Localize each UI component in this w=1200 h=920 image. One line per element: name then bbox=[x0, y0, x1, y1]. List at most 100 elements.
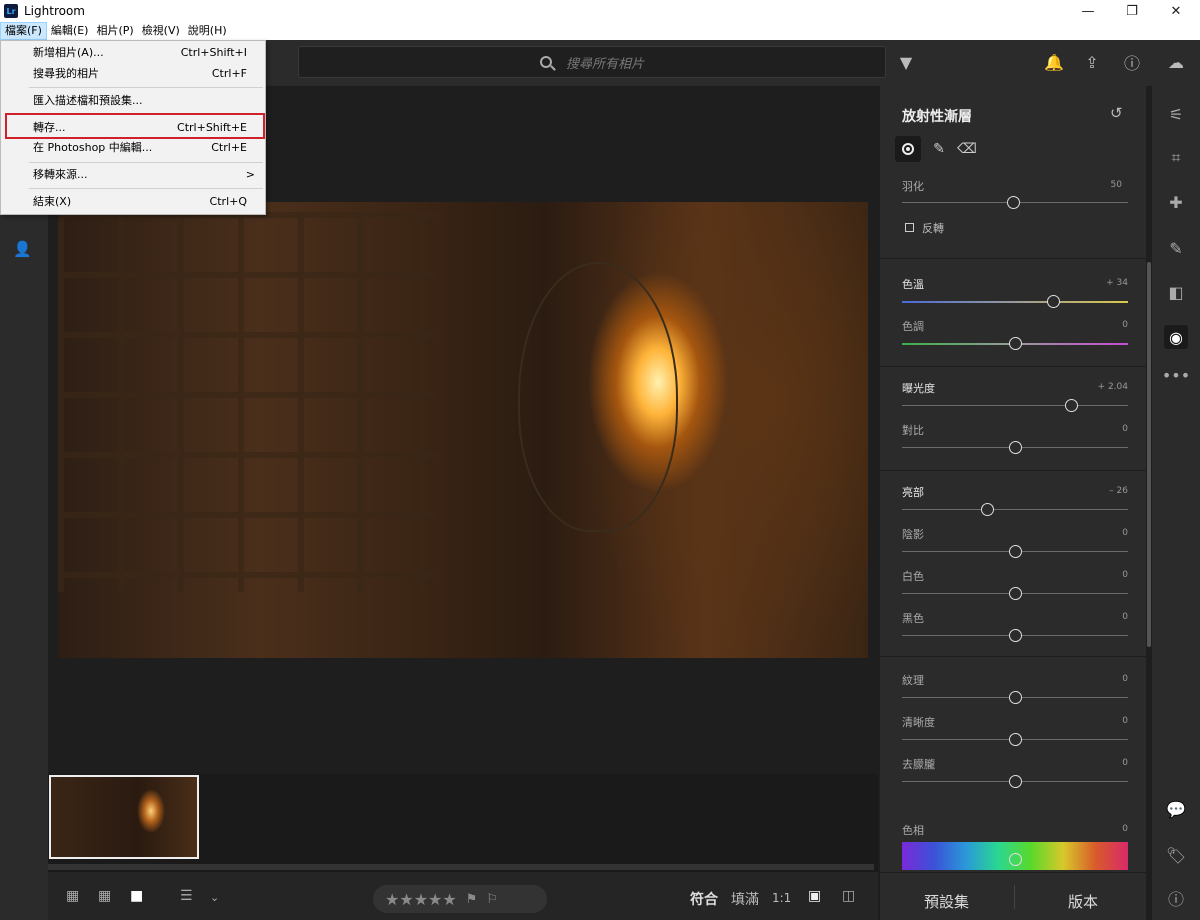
menu-item-migrate-source[interactable]: 移轉來源... bbox=[33, 166, 88, 184]
sort-chevron-down-icon[interactable]: ⌄ bbox=[210, 891, 219, 904]
slider-track[interactable] bbox=[902, 509, 1128, 510]
slider-knob[interactable] bbox=[1008, 733, 1022, 746]
people-icon[interactable]: 👤 bbox=[13, 240, 32, 258]
panel-scrollbar[interactable] bbox=[1147, 262, 1151, 647]
slider-value: 0 bbox=[1122, 674, 1128, 684]
presets-button[interactable]: 預設集 bbox=[924, 891, 969, 912]
slider-knob[interactable] bbox=[1008, 545, 1022, 558]
invert-label: 反轉 bbox=[922, 222, 944, 235]
slider-value: – 26 bbox=[1109, 486, 1128, 496]
slider-label: 亮部 bbox=[902, 486, 924, 499]
restore-button[interactable]: ❐ bbox=[1110, 0, 1154, 22]
detail-view-icon[interactable]: ■ bbox=[130, 888, 143, 904]
photo-thumbnail[interactable] bbox=[49, 775, 199, 859]
edit-sliders-icon[interactable]: ⚟ bbox=[1164, 102, 1188, 126]
tag-icon[interactable]: 🏷 bbox=[1164, 843, 1188, 867]
title-bar: Lr Lightroom — ❐ ✕ bbox=[0, 0, 1200, 22]
minimize-button[interactable]: — bbox=[1066, 0, 1110, 22]
menu-item-new-photos[interactable]: 新增相片(A)... bbox=[33, 44, 104, 62]
hue-label: 色相 bbox=[902, 824, 924, 837]
filter-icon[interactable]: ▼ bbox=[896, 52, 916, 72]
filmstrip-scrollbar[interactable] bbox=[48, 864, 874, 870]
slider-value: 0 bbox=[1122, 424, 1128, 434]
menu-item-search-photos[interactable]: 搜尋我的相片 bbox=[33, 65, 99, 83]
more-icon[interactable]: ••• bbox=[1162, 363, 1190, 387]
brush-icon[interactable]: ✎ bbox=[1164, 236, 1188, 260]
slider-value: 0 bbox=[1122, 612, 1128, 622]
menu-edit[interactable]: 編輯(E) bbox=[47, 22, 93, 40]
slider-track[interactable] bbox=[902, 301, 1128, 303]
rating-stars[interactable]: ★★★★★ bbox=[385, 890, 457, 909]
notification-bell-icon[interactable]: 🔔 bbox=[1044, 52, 1064, 72]
slider-knob[interactable] bbox=[1008, 441, 1022, 454]
slider-label: 曝光度 bbox=[902, 382, 935, 395]
sort-icon[interactable]: ☰ bbox=[180, 888, 193, 904]
slider-knob[interactable] bbox=[1008, 337, 1022, 350]
linear-gradient-icon[interactable]: ◧ bbox=[1164, 280, 1188, 304]
slider-knob[interactable] bbox=[1008, 691, 1022, 704]
eraser-tool-icon[interactable]: ⌫ bbox=[954, 136, 980, 162]
crop-icon[interactable]: ⌗ bbox=[1164, 146, 1188, 170]
menu-view[interactable]: 檢視(V) bbox=[138, 22, 184, 40]
square-grid-view-icon[interactable]: ▦ bbox=[66, 888, 79, 904]
radial-gradient-icon[interactable]: ◉ bbox=[1164, 325, 1188, 349]
slider-knob[interactable] bbox=[1008, 775, 1022, 788]
panel-footer: 預設集 版本 bbox=[880, 872, 1146, 920]
slider-label: 白色 bbox=[902, 570, 924, 583]
healing-icon[interactable]: ✚ bbox=[1164, 190, 1188, 214]
slider-value: + 34 bbox=[1106, 278, 1128, 288]
slider-knob[interactable] bbox=[1065, 399, 1078, 412]
slider-value: 0 bbox=[1122, 528, 1128, 538]
edited-photo[interactable] bbox=[58, 202, 868, 658]
panel-separator bbox=[880, 258, 1146, 259]
menu-file[interactable]: 檔案(F) bbox=[0, 22, 47, 40]
slider-label: 清晰度 bbox=[902, 716, 935, 729]
menu-item-exit[interactable]: 結束(X) bbox=[33, 193, 71, 211]
share-icon[interactable]: ⇪ bbox=[1082, 52, 1102, 72]
comment-icon[interactable]: 💬 bbox=[1164, 797, 1188, 821]
lightroom-logo-icon: Lr bbox=[4, 4, 18, 18]
grid-view-icon[interactable]: ▦ bbox=[98, 888, 111, 904]
search-input[interactable]: 搜尋所有相片 bbox=[298, 46, 886, 78]
info-icon[interactable]: ⓘ bbox=[1164, 886, 1188, 910]
feather-value: 50 bbox=[1110, 180, 1122, 190]
photo-background-shelves bbox=[58, 212, 438, 592]
panel-separator bbox=[880, 366, 1146, 367]
close-button[interactable]: ✕ bbox=[1154, 0, 1198, 22]
zoom-fit[interactable]: 符合 bbox=[690, 889, 718, 909]
star-rating[interactable]: ★★★★★ ⚑ ⚐ bbox=[373, 885, 547, 913]
shortcut-search: Ctrl+F bbox=[211, 67, 247, 80]
menu-item-import-profiles[interactable]: 匯入描述檔和預設集... bbox=[33, 92, 143, 110]
cloud-sync-icon[interactable]: ☁ bbox=[1162, 52, 1190, 72]
slider-track[interactable] bbox=[902, 405, 1128, 406]
before-after-icon[interactable]: ▣ bbox=[808, 888, 821, 904]
slider-knob[interactable] bbox=[1008, 587, 1022, 600]
slider-label: 對比 bbox=[902, 424, 924, 437]
compare-split-icon[interactable]: ◫ bbox=[842, 888, 855, 904]
hue-value: 0 bbox=[1122, 824, 1128, 834]
panel-separator bbox=[880, 656, 1146, 657]
feather-label: 羽化 bbox=[902, 180, 924, 193]
radial-tool-icon[interactable] bbox=[895, 136, 921, 162]
feather-knob[interactable] bbox=[1007, 196, 1020, 209]
zoom-1to1[interactable]: 1:1 bbox=[772, 891, 791, 905]
slider-value: 0 bbox=[1122, 716, 1128, 726]
submenu-arrow-icon: > bbox=[245, 168, 255, 181]
slider-knob[interactable] bbox=[1046, 295, 1060, 308]
menu-bar: 檔案(F) 編輯(E) 相片(P) 檢視(V) 說明(H) bbox=[0, 22, 1200, 40]
slider-knob[interactable] bbox=[1008, 629, 1022, 642]
slider-label: 色調 bbox=[902, 320, 924, 333]
versions-button[interactable]: 版本 bbox=[1068, 891, 1098, 912]
flag-pick-icon[interactable]: ⚑ bbox=[466, 892, 478, 907]
menu-help[interactable]: 說明(H) bbox=[184, 22, 231, 40]
brush-tool-icon[interactable]: ✎ bbox=[926, 136, 952, 162]
app-title: Lightroom bbox=[24, 4, 85, 18]
menu-item-edit-photoshop[interactable]: 在 Photoshop 中編輯... bbox=[33, 139, 152, 157]
zoom-fill[interactable]: 填滿 bbox=[731, 889, 759, 909]
flag-reject-icon[interactable]: ⚐ bbox=[486, 892, 498, 907]
menu-photo[interactable]: 相片(P) bbox=[92, 22, 137, 40]
invert-checkbox[interactable] bbox=[905, 223, 914, 232]
reset-icon[interactable]: ↺ bbox=[1110, 104, 1123, 122]
help-icon[interactable]: ⓘ bbox=[1122, 52, 1142, 73]
hue-knob[interactable] bbox=[1009, 853, 1022, 866]
